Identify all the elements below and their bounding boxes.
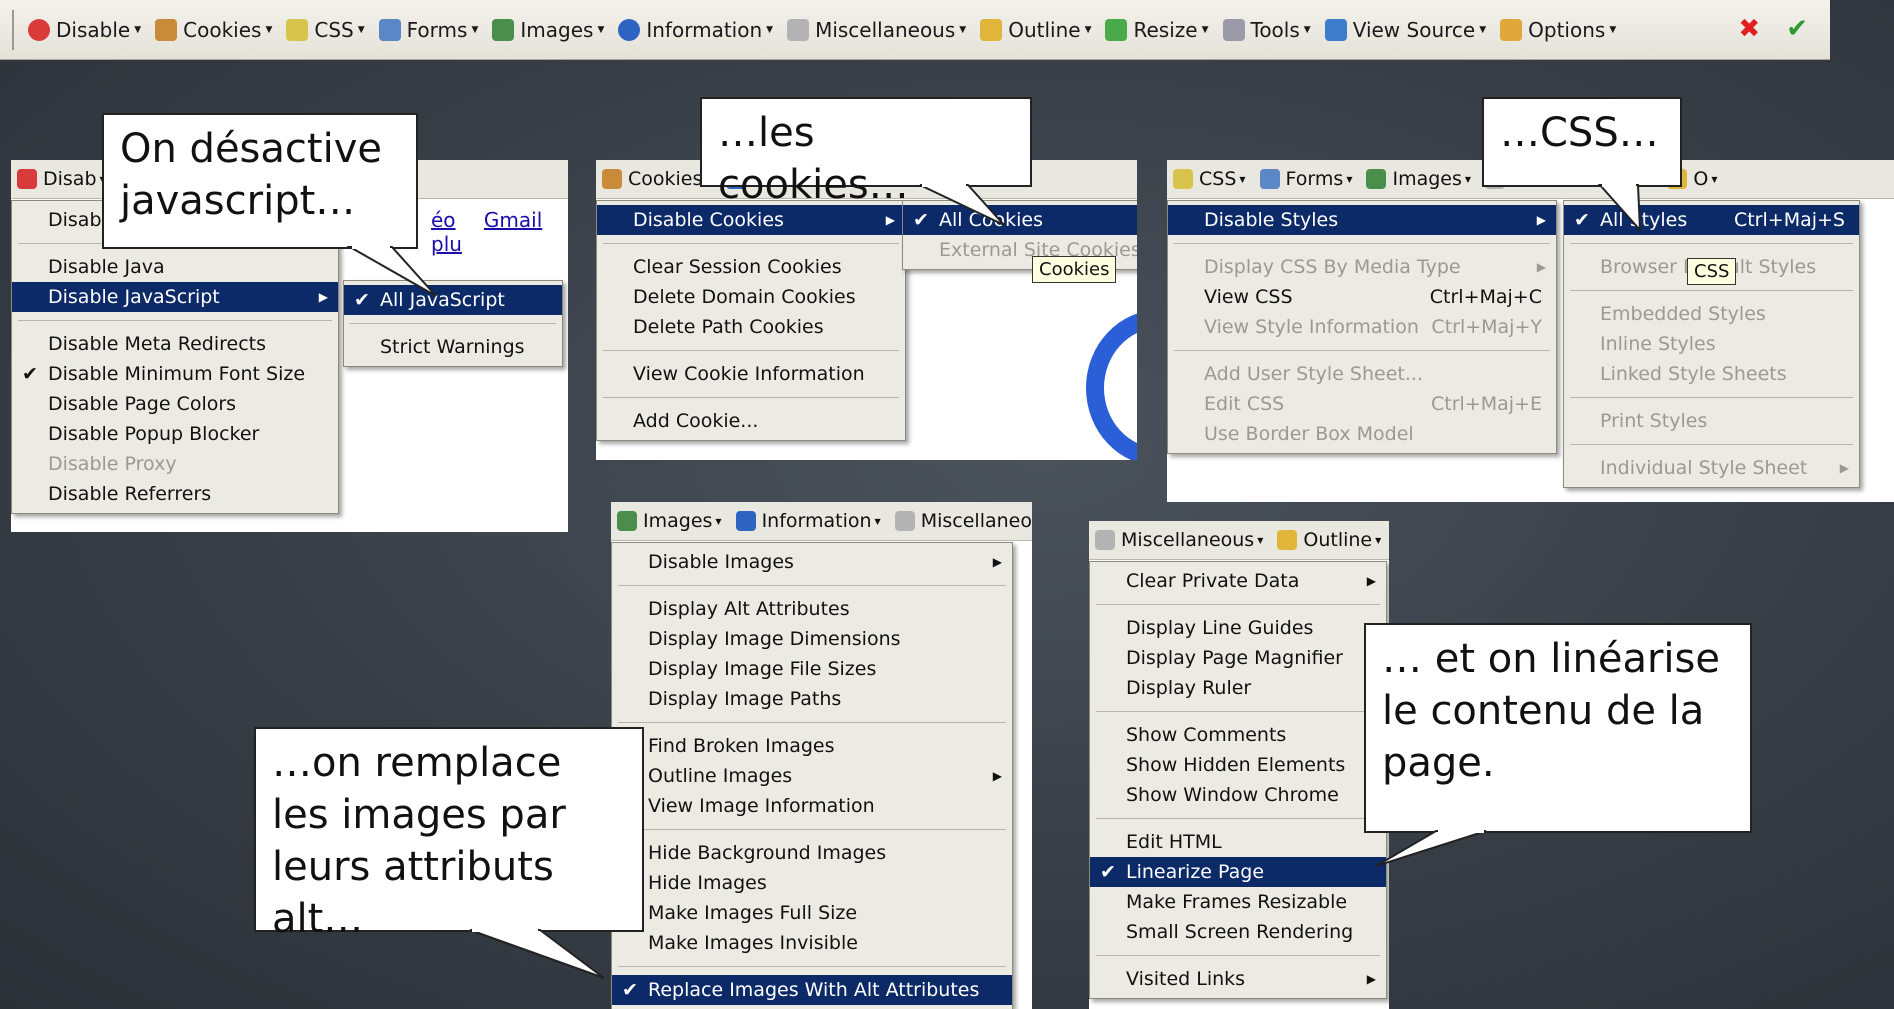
callout-tail-linearize [1375,829,1487,867]
